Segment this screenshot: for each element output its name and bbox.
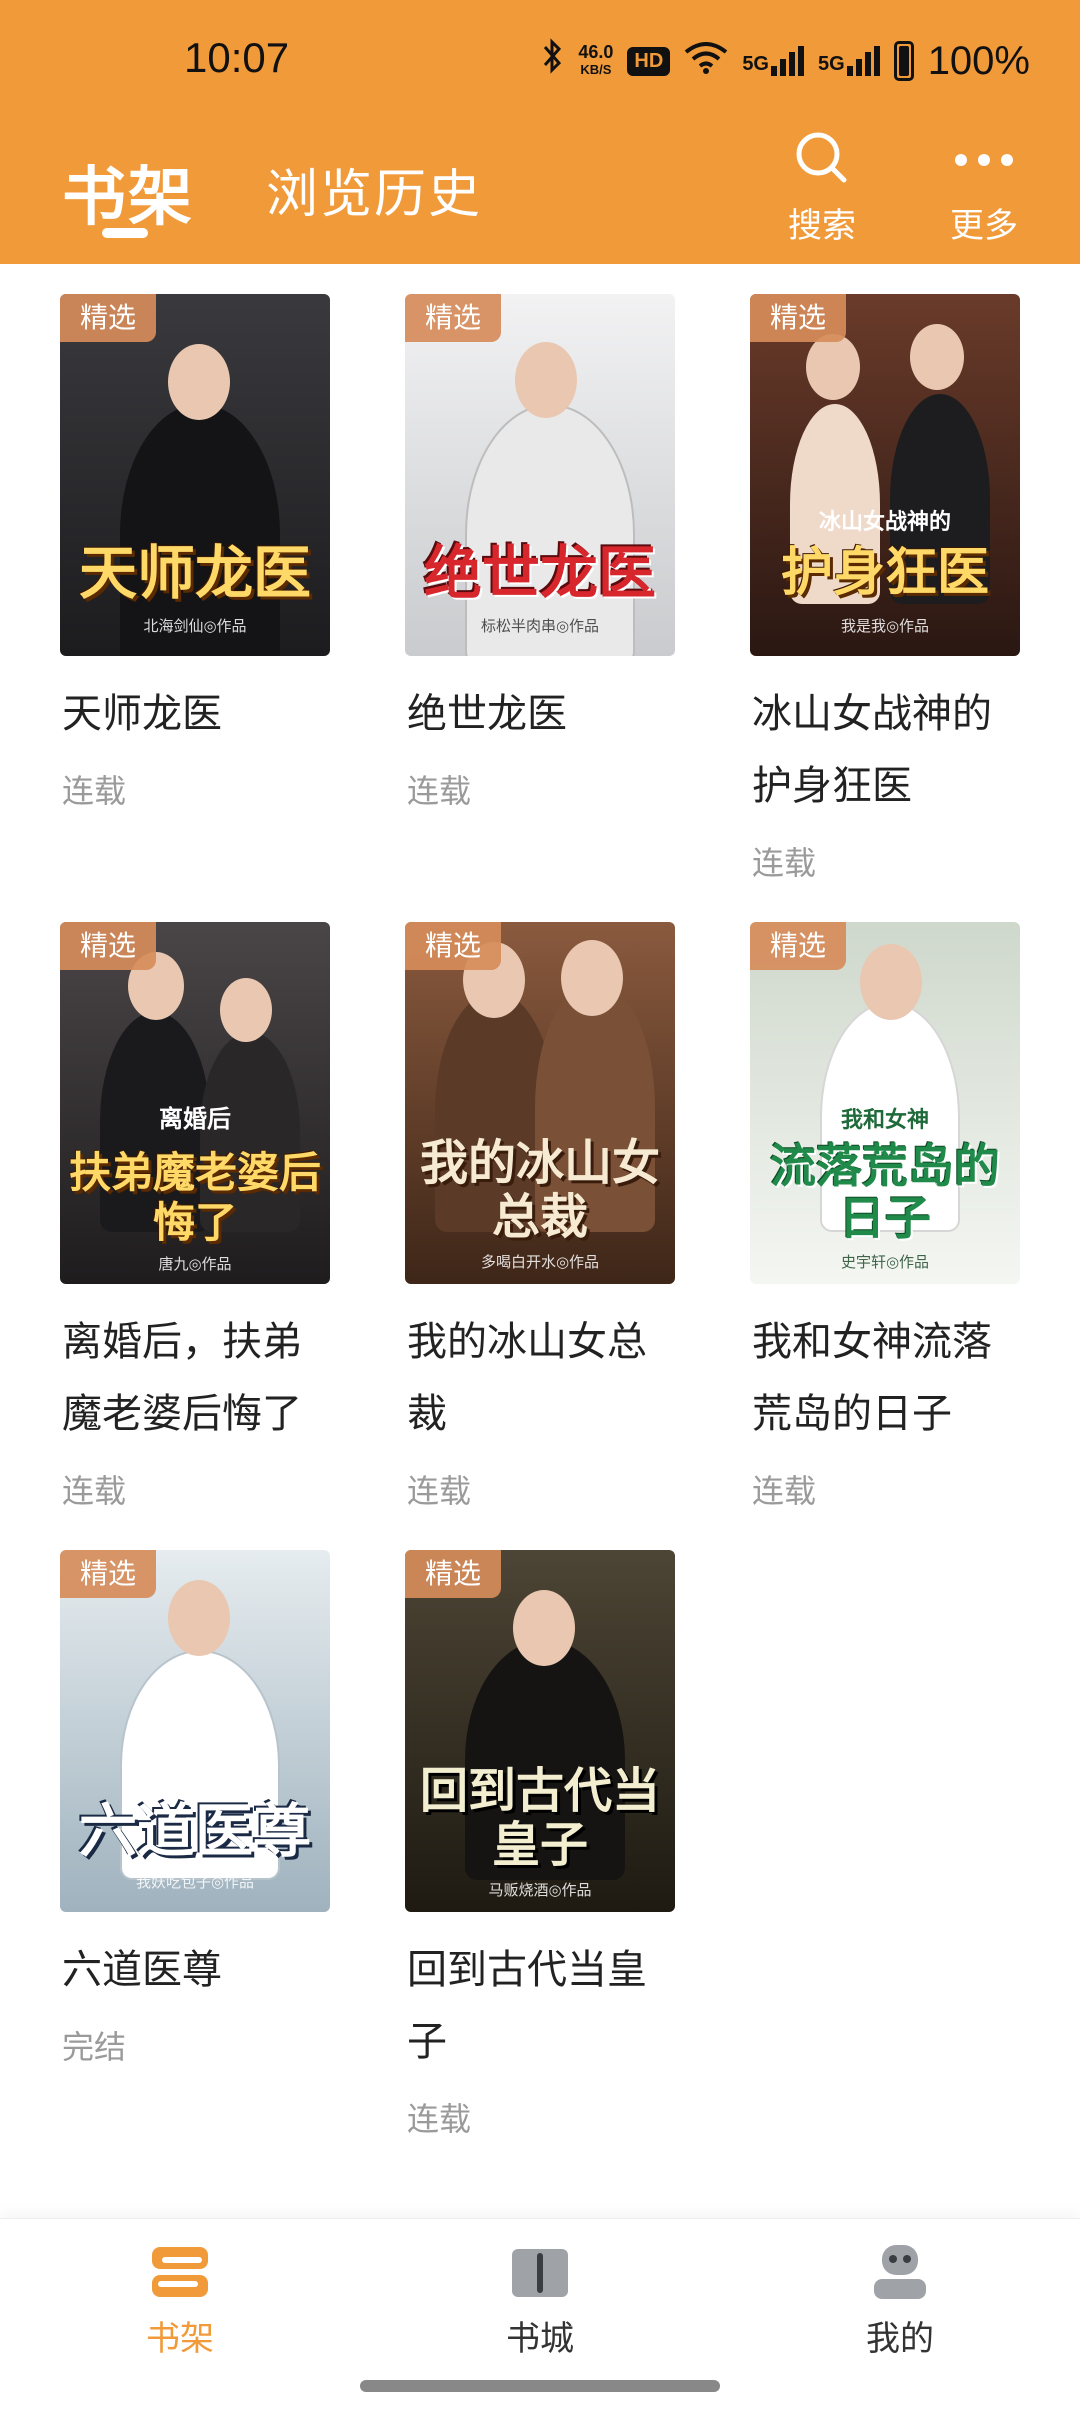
cover-title: 护身狂医	[780, 542, 989, 603]
search-label: 搜索	[788, 206, 856, 246]
cover-subtitle: 我和女神	[840, 1108, 929, 1133]
nav-mine-label: 我的	[866, 2319, 934, 2359]
more-dots-icon	[949, 154, 1019, 190]
book-status: 连载	[62, 1472, 127, 1510]
featured-badge: 精选	[60, 294, 156, 342]
book-title: 我的冰山女总裁	[407, 1319, 647, 1437]
cover-figure-head	[513, 1590, 575, 1666]
cover-title: 我的冰山女总裁	[419, 1135, 660, 1245]
book-cover[interactable]: 六道医尊 我妖吃包子◎作品 精选	[60, 1550, 330, 1912]
status-bar: 10:07 46.0 KB/S HD 5G 5G 100%	[0, 0, 1080, 120]
cover-figure-head	[910, 324, 964, 390]
book-status: 连载	[62, 772, 127, 810]
book-cover[interactable]: 扶弟魔老婆后悔了 离婚后 唐九◎作品 精选	[60, 922, 330, 1284]
more-button[interactable]: 更多	[924, 130, 1044, 247]
cover-author: 北海剑仙◎作品	[143, 617, 247, 635]
featured-badge: 精选	[60, 922, 156, 970]
cover-author: 标松半肉串◎作品	[480, 617, 600, 635]
book-cover[interactable]: 我的冰山女总裁 多喝白开水◎作品 精选	[405, 922, 675, 1284]
cover-subtitle: 冰山女战神的	[818, 510, 951, 535]
featured-badge: 精选	[60, 1550, 156, 1598]
featured-badge: 精选	[405, 1550, 501, 1598]
cover-figure-head	[168, 1580, 230, 1656]
wifi-icon	[684, 39, 728, 84]
nav-bookstore[interactable]: 书城	[440, 2243, 640, 2360]
cover-figure-head	[168, 344, 230, 420]
nav-bookshelf-label: 书架	[146, 2319, 214, 2359]
cover-title: 天师龙医	[78, 539, 311, 607]
book-title: 天师龙医	[62, 691, 222, 737]
shelf-icon	[148, 2247, 212, 2305]
battery-percent: 100%	[927, 38, 1030, 83]
cover-author: 唐九◎作品	[158, 1255, 232, 1273]
bluetooth-icon	[542, 38, 564, 84]
book-status: 连载	[407, 772, 472, 810]
featured-badge: 精选	[405, 922, 501, 970]
cover-figure-head	[561, 940, 623, 1016]
cover-title: 扶弟魔老婆后悔了	[68, 1148, 321, 1247]
cover-author: 史宇轩◎作品	[840, 1253, 930, 1271]
book-status: 完结	[62, 2028, 127, 2066]
cover-author: 多喝白开水◎作品	[480, 1253, 600, 1271]
cover-figure-head	[806, 334, 860, 400]
book-cover[interactable]: 护身狂医 冰山女战神的 我是我◎作品 精选	[750, 294, 1020, 656]
book-status: 连载	[407, 2100, 472, 2138]
cover-figure-head	[220, 978, 272, 1042]
search-icon	[794, 132, 850, 190]
book-title: 六道医尊	[62, 1947, 222, 1993]
cover-figure-head	[860, 944, 922, 1020]
book-title: 离婚后，扶弟魔老婆后悔了	[62, 1319, 302, 1437]
featured-badge: 精选	[405, 294, 501, 342]
cover-title: 流落荒岛的日子	[770, 1139, 1000, 1245]
cover-author: 马贩烧酒◎作品	[488, 1881, 592, 1899]
book-status: 连载	[407, 1472, 472, 1510]
book-title: 冰山女战神的护身狂医	[752, 691, 992, 809]
cover-author: 我是我◎作品	[840, 617, 930, 635]
net-speed: 46.0 KB/S	[578, 42, 614, 77]
tab-bookshelf[interactable]: 书架	[62, 146, 194, 238]
signal-sim1-icon: 5G	[742, 46, 804, 76]
tab-browse-history[interactable]: 浏览历史	[266, 152, 482, 227]
cover-figure-head	[515, 342, 577, 418]
book-title: 我和女神流落荒岛的日子	[752, 1319, 992, 1437]
cover-author: 我妖吃包子◎作品	[135, 1873, 255, 1891]
nav-mine[interactable]: 我的	[800, 2243, 1000, 2360]
search-button[interactable]: 搜索	[762, 130, 882, 247]
book-store-icon	[508, 2249, 572, 2305]
cover-subtitle: 离婚后	[159, 1105, 231, 1133]
cover-title: 回到古代当皇子	[419, 1763, 660, 1873]
cover-title: 六道医尊	[78, 1797, 311, 1865]
book-status: 连载	[752, 844, 817, 882]
book-title: 绝世龙医	[407, 691, 567, 737]
book-title: 回到古代当皇子	[407, 1947, 647, 2065]
book-status: 连载	[752, 1472, 817, 1510]
featured-badge: 精选	[750, 294, 846, 342]
cover-title: 绝世龙医	[423, 539, 656, 607]
home-indicator[interactable]	[360, 2380, 720, 2392]
status-icons: 46.0 KB/S HD 5G 5G 100%	[542, 36, 1030, 86]
battery-icon	[893, 41, 914, 81]
more-label: 更多	[950, 206, 1018, 246]
book-cover[interactable]: 流落荒岛的日子 我和女神 史宇轩◎作品 精选	[750, 922, 1020, 1284]
nav-bookshelf[interactable]: 书架	[80, 2243, 280, 2360]
signal-sim2-icon: 5G	[818, 46, 880, 76]
app-header: 10:07 46.0 KB/S HD 5G 5G 100% 书架 浏览历史 搜索…	[0, 0, 1080, 264]
profile-icon	[868, 2245, 932, 2305]
book-cover[interactable]: 绝世龙医 标松半肉串◎作品 精选	[405, 294, 675, 656]
featured-badge: 精选	[750, 922, 846, 970]
status-time: 10:07	[184, 34, 290, 81]
book-cover[interactable]: 天师龙医 北海剑仙◎作品 精选	[60, 294, 330, 656]
hd-icon: HD	[627, 46, 671, 76]
book-cover[interactable]: 回到古代当皇子 马贩烧酒◎作品 精选	[405, 1550, 675, 1912]
active-tab-indicator	[102, 228, 148, 238]
nav-bookstore-label: 书城	[506, 2319, 574, 2359]
